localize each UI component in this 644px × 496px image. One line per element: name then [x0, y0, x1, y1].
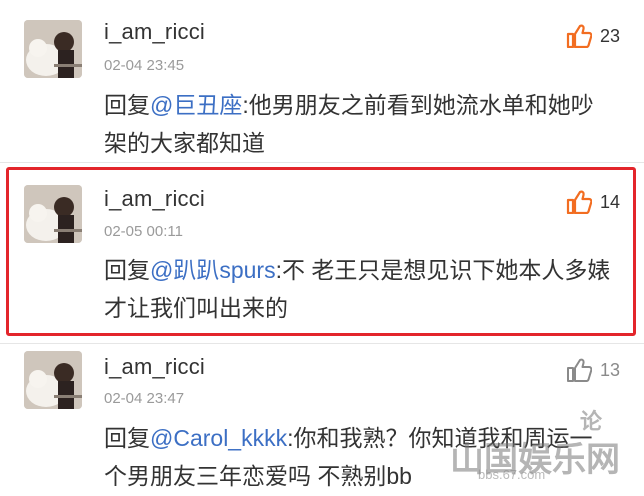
- username[interactable]: i_am_ricci: [104, 354, 205, 380]
- username[interactable]: i_am_ricci: [104, 19, 205, 45]
- watermark-domain: bbs.67.com: [478, 467, 546, 482]
- divider: [0, 162, 644, 163]
- like-count: 23: [599, 25, 620, 46]
- like-button[interactable]: 23: [566, 24, 620, 48]
- reply-prefix: 回复: [104, 425, 150, 451]
- timestamp: 02-04 23:47: [104, 390, 185, 407]
- comment-item: i_am_ricci 02-04 23:45 23 回复@巨丑座:他男朋友之前看…: [0, 0, 644, 162]
- mention-link[interactable]: @巨丑座: [150, 92, 242, 118]
- comment-text: 回复@巨丑座:他男朋友之前看到她流水单和她吵架的大家都知道: [104, 86, 614, 162]
- like-button[interactable]: 13: [566, 358, 620, 382]
- reply-prefix: 回复: [104, 92, 150, 118]
- thumbs-up-icon: [566, 24, 592, 48]
- divider: [0, 343, 644, 344]
- mention-link[interactable]: @Carol_kkkk: [150, 425, 287, 451]
- like-count: 13: [599, 359, 620, 380]
- highlight-box: [6, 167, 636, 336]
- timestamp: 02-04 23:45: [104, 57, 185, 74]
- avatar[interactable]: [24, 20, 82, 78]
- thumbs-up-icon: [566, 358, 592, 382]
- avatar[interactable]: [24, 351, 82, 409]
